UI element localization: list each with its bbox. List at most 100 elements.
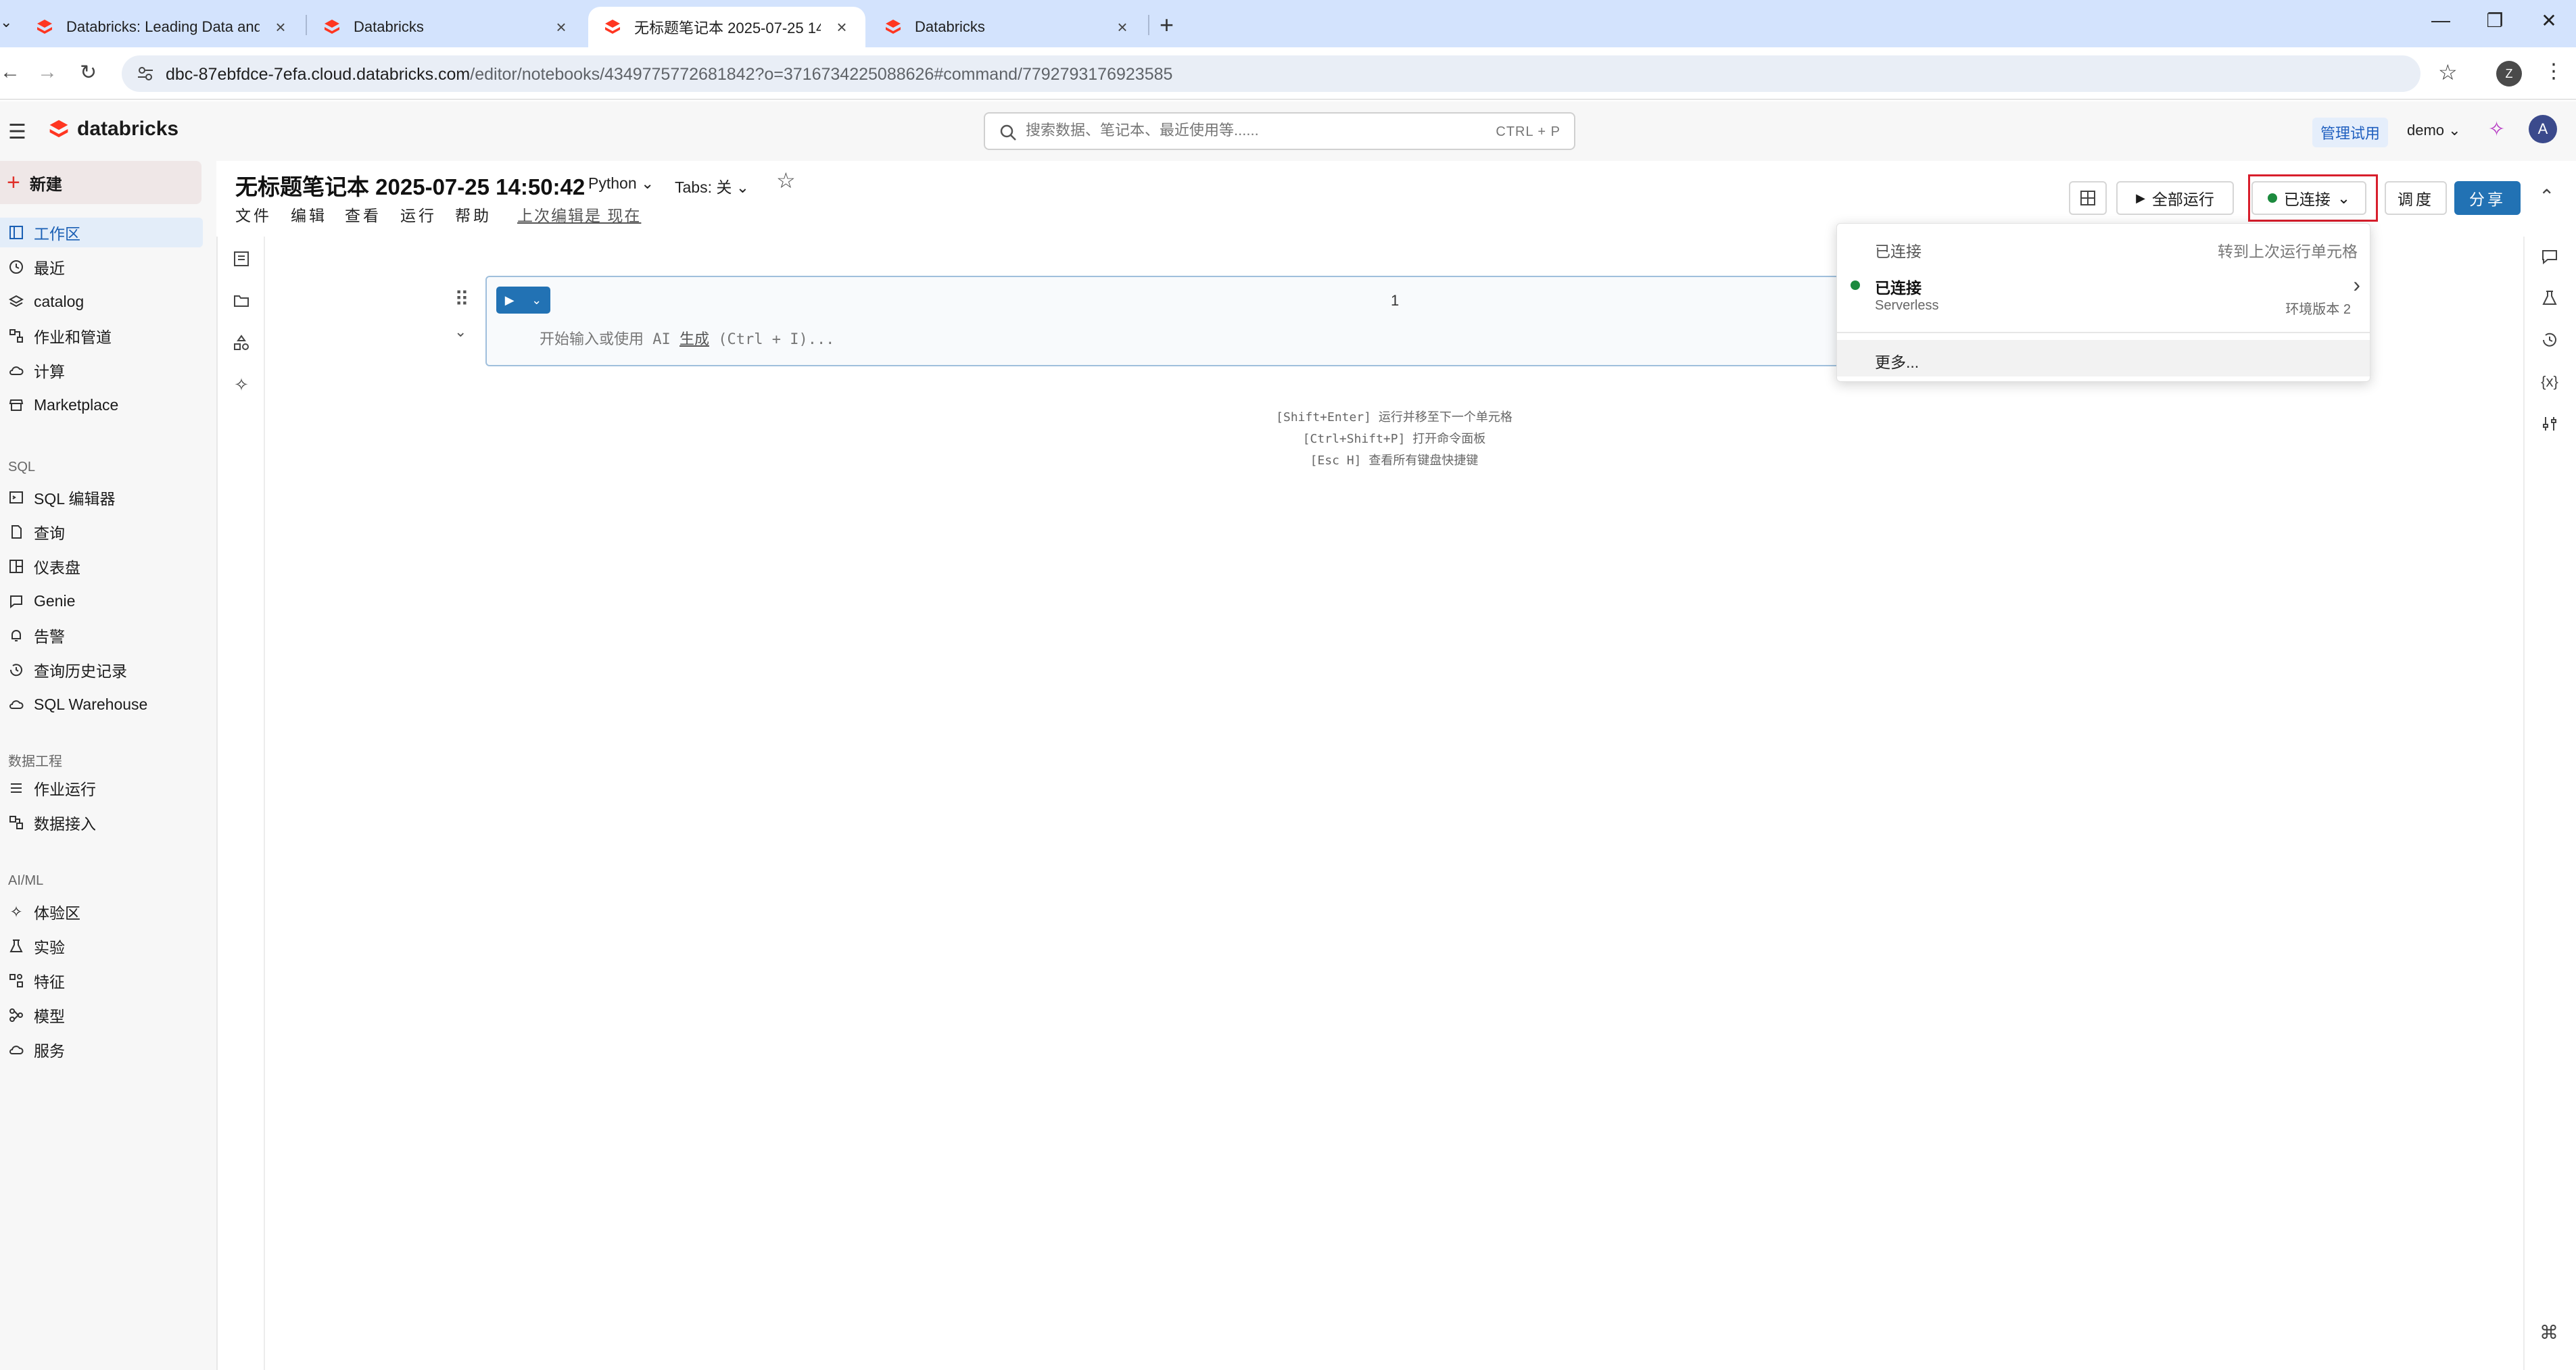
- sidebar-item-job-runs[interactable]: 作业运行: [0, 773, 203, 803]
- experiment-flask-icon[interactable]: [2539, 288, 2560, 308]
- browser-tab-1[interactable]: Databricks: Leading Data and ×: [20, 7, 304, 47]
- layout-toggle-button[interactable]: [2069, 181, 2107, 215]
- sidebar-item-label: 作业运行: [34, 781, 96, 798]
- sidebar-item-experiments[interactable]: 实验: [0, 931, 203, 961]
- url-field[interactable]: dbc-87ebfdce-7efa.cloud.databricks.com/e…: [122, 55, 2420, 92]
- close-tab-icon[interactable]: ×: [552, 17, 570, 38]
- share-button[interactable]: 分享: [2454, 181, 2521, 215]
- sidebar-item-queries[interactable]: 查询: [0, 517, 203, 547]
- sidebar-item-sql-warehouse[interactable]: SQL Warehouse: [0, 689, 203, 719]
- warehouse-icon: [8, 696, 24, 712]
- sidebar-item-recents[interactable]: 最近: [0, 252, 203, 282]
- url-host: dbc-87ebfdce-7efa.cloud.databricks.com: [166, 65, 471, 84]
- menu-view[interactable]: 查看: [345, 203, 381, 226]
- sidebar-item-compute[interactable]: 计算: [0, 356, 203, 385]
- sidebar-item-models[interactable]: 模型: [0, 1000, 203, 1030]
- bookmark-star-icon[interactable]: ☆: [2438, 59, 2458, 85]
- menu-run[interactable]: 运行: [400, 203, 437, 226]
- schedule-button[interactable]: 调度: [2385, 181, 2447, 215]
- sidebar-item-query-history[interactable]: 查询历史记录: [0, 655, 203, 685]
- close-tab-icon[interactable]: ×: [1114, 17, 1131, 38]
- experiment-icon: [8, 938, 24, 954]
- close-tab-icon[interactable]: ×: [833, 17, 851, 38]
- sidebar-item-sql-editor[interactable]: SQL 编辑器: [0, 483, 203, 512]
- sidebar-item-features[interactable]: 特征: [0, 966, 203, 996]
- site-settings-icon[interactable]: [137, 65, 154, 82]
- browser-tab-3-active[interactable]: 无标题笔记本 2025-07-25 14:50 ×: [588, 7, 865, 47]
- sidebar-item-marketplace[interactable]: Marketplace: [0, 390, 203, 420]
- cell-drag-handle-icon[interactable]: ⠿: [454, 288, 469, 312]
- close-tab-icon[interactable]: ×: [272, 17, 289, 38]
- restore-window-icon[interactable]: ❐: [2481, 9, 2508, 32]
- forward-arrow-icon[interactable]: →: [37, 61, 57, 84]
- dropdown-more-item[interactable]: 更多...: [1837, 340, 2370, 376]
- browser-profile-avatar[interactable]: Z: [2496, 61, 2522, 87]
- browser-tab-2[interactable]: Databricks ×: [308, 7, 585, 47]
- history-icon: [8, 662, 24, 678]
- databricks-logo-icon: [886, 20, 901, 34]
- sidebar-item-dashboards[interactable]: 仪表盘: [0, 552, 203, 581]
- menu-file[interactable]: 文件: [235, 203, 272, 226]
- minimize-window-icon[interactable]: —: [2427, 9, 2454, 31]
- browser-tab-4[interactable]: Databricks ×: [869, 7, 1146, 47]
- assistant-sparkle-icon[interactable]: ✧: [231, 374, 252, 395]
- sidebar-item-catalog[interactable]: catalog: [0, 287, 203, 316]
- sidebar-item-label: 仪表盘: [34, 559, 80, 577]
- sidebar-item-alerts[interactable]: 告警: [0, 620, 203, 650]
- cell-editor-placeholder[interactable]: 开始输入或使用 AI 生成 (Ctrl + I)...: [540, 327, 834, 349]
- run-cell-button[interactable]: ▶ ⌄: [496, 287, 550, 314]
- hamburger-menu-icon[interactable]: ☰: [8, 120, 26, 144]
- sidebar-item-serving[interactable]: 服务: [0, 1035, 203, 1065]
- reload-icon[interactable]: ↻: [80, 61, 97, 84]
- folder-icon[interactable]: [231, 291, 252, 311]
- browser-menu-icon[interactable]: ⋮: [2544, 59, 2564, 83]
- workspace-selector[interactable]: demo ⌄: [2407, 122, 2461, 139]
- global-search-box[interactable]: CTRL + P: [984, 112, 1575, 150]
- notebook-title[interactable]: 无标题笔记本 2025-07-25 14:50:42: [235, 169, 585, 201]
- go-to-last-run-cell-link[interactable]: 转到上次运行单元格: [2218, 239, 2358, 262]
- new-tab-plus-icon[interactable]: +: [1160, 11, 1174, 39]
- version-history-icon[interactable]: [2539, 330, 2560, 350]
- variables-icon[interactable]: {x}: [2539, 372, 2560, 392]
- run-all-button[interactable]: ▶ 全部运行: [2116, 181, 2234, 215]
- app-header: ☰ databricks CTRL + P 管理试用 demo ⌄ ✧ A: [0, 101, 2576, 161]
- favorite-star-icon[interactable]: ☆: [776, 168, 796, 193]
- assistant-sparkle-icon[interactable]: ✧: [2488, 118, 2505, 141]
- new-button[interactable]: + 新建: [0, 161, 201, 204]
- tab-title: 无标题笔记本 2025-07-25 14:50: [634, 20, 821, 36]
- catalog-icon: [8, 293, 24, 310]
- close-window-icon[interactable]: ✕: [2535, 9, 2562, 32]
- tab-search-chevron-icon[interactable]: ⌄: [0, 14, 12, 31]
- menu-edit[interactable]: 编辑: [291, 203, 327, 226]
- language-selector[interactable]: Python ⌄: [583, 172, 659, 195]
- table-of-contents-icon[interactable]: [231, 249, 252, 269]
- cell-collapse-chevron-icon[interactable]: ⌄: [454, 323, 467, 341]
- sidebar-item-label: 模型: [34, 1008, 65, 1025]
- ai-generate-link[interactable]: 生成: [679, 331, 709, 348]
- user-avatar[interactable]: A: [2529, 115, 2557, 143]
- chevron-right-icon[interactable]: ›: [2353, 272, 2360, 297]
- chevron-up-icon[interactable]: ⌃: [2539, 185, 2554, 207]
- menu-help[interactable]: 帮助: [455, 203, 492, 226]
- catalog-shapes-icon[interactable]: [231, 333, 252, 353]
- back-arrow-icon[interactable]: ←: [0, 61, 20, 84]
- manage-trial-badge[interactable]: 管理试用: [2312, 118, 2389, 147]
- comments-icon[interactable]: [2539, 246, 2560, 266]
- compute-connect-button[interactable]: 已连接 ⌄: [2251, 181, 2366, 215]
- sidebar-item-workflows[interactable]: 作业和管道: [0, 321, 203, 351]
- sidebar-item-label: 实验: [34, 939, 65, 956]
- model-icon: [8, 1007, 24, 1023]
- sidebar-item-genie[interactable]: Genie: [0, 586, 203, 616]
- last-edited-link[interactable]: 上次编辑是 现在: [517, 203, 641, 226]
- search-input[interactable]: [1026, 122, 1431, 139]
- sidebar-item-playground[interactable]: ✧ 体验区: [0, 897, 203, 927]
- environment-settings-icon[interactable]: [2539, 414, 2560, 434]
- compute-option-serverless[interactable]: 已连接 Serverless 环境版本 2 ›: [1837, 270, 2370, 317]
- databricks-brand[interactable]: databricks: [47, 118, 178, 141]
- sidebar-item-data-ingestion[interactable]: 数据接入: [0, 808, 203, 837]
- tabs-setting-selector[interactable]: Tabs: 关 ⌄: [669, 172, 755, 200]
- keyboard-hint: [Ctrl+Shift+P] 打开命令面板: [1302, 432, 1486, 446]
- sidebar-item-workspace[interactable]: 工作区: [0, 218, 203, 247]
- command-key-icon[interactable]: ⌘: [2539, 1321, 2558, 1344]
- tab-separator: [1148, 15, 1149, 35]
